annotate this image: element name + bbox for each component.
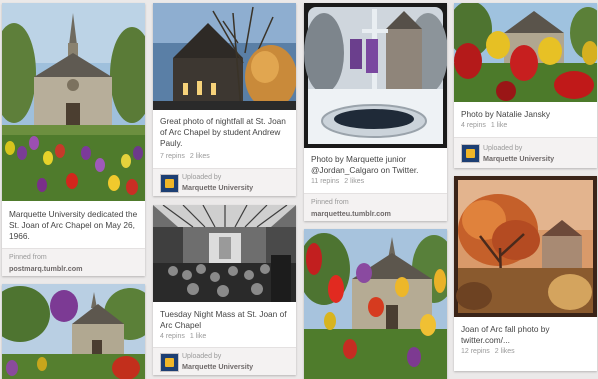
pin-image-nightfall[interactable]: [153, 3, 296, 110]
like-count: 2 likes: [344, 178, 365, 185]
repin-count: 4 repins: [160, 333, 185, 340]
repin-count: 11 repins: [311, 178, 340, 185]
red-tulips-photo: [454, 3, 597, 102]
pin-uploader-footer[interactable]: Uploaded by Marquette University: [153, 168, 296, 196]
pin-card-jordan-calgaro[interactable]: Photo by Marquette junior @Jordan_Calgar…: [304, 3, 447, 221]
marquette-logo-icon[interactable]: [461, 144, 480, 163]
uploader-name-link[interactable]: Marquette University: [483, 154, 554, 163]
nightfall-chapel-photo: [153, 3, 296, 110]
pin-description: Tuesday Night Mass at St. Joan of Arc Ch…: [160, 309, 287, 330]
like-count: 1 like: [189, 333, 207, 340]
pin-description: Great photo of nightfall at St. Joan of …: [160, 116, 286, 148]
repin-count: 12 repins: [461, 348, 490, 355]
pin-image-chapel-tulips[interactable]: [2, 3, 145, 201]
repin-count: 4 repins: [461, 122, 486, 129]
pin-card-chapel-tulips-2[interactable]: [2, 284, 145, 379]
uploader-name-link[interactable]: Marquette University: [182, 183, 253, 192]
pin-stats: 11 repins 2 likes: [311, 178, 369, 185]
pin-description: Marquette University dedicated the St. J…: [9, 209, 138, 241]
pin-image-tulips-chapel[interactable]: [304, 229, 447, 379]
pinned-from-label: Pinned from: [9, 254, 47, 261]
chapel-tulips-photo: [2, 3, 145, 201]
chapel-garden-photo: [2, 284, 145, 379]
pin-source-link[interactable]: marquetteu.tumblr.com: [311, 209, 391, 218]
uploader-name-link[interactable]: Marquette University: [182, 362, 253, 371]
pin-source-footer[interactable]: Pinned from marquetteu.tumblr.com: [304, 193, 447, 221]
marquette-logo-icon[interactable]: [160, 353, 179, 372]
pin-description: Photo by Marquette junior @Jordan_Calgar…: [311, 154, 419, 175]
tulips-chapel-photo: [304, 229, 447, 379]
uploaded-by-label: Uploaded by: [182, 353, 222, 360]
fall-tree-photo: [454, 176, 597, 317]
pin-image-fall-tree[interactable]: [454, 176, 597, 317]
pin-source-footer[interactable]: Pinned from postmarq.tumblr.com: [2, 248, 145, 276]
like-count: 2 likes: [189, 153, 210, 160]
like-count: 1 like: [490, 122, 508, 129]
pin-source-link[interactable]: postmarq.tumblr.com: [9, 264, 82, 273]
uploaded-by-label: Uploaded by: [483, 145, 523, 152]
marquette-logo-icon[interactable]: [160, 174, 179, 193]
pin-image-snow-chapel[interactable]: [304, 3, 447, 148]
pin-stats: 4 repins 1 like: [461, 122, 512, 129]
pin-card-chapel-dedication[interactable]: Marquette University dedicated the St. J…: [2, 3, 145, 276]
pin-card-chapel-tulips-3[interactable]: [304, 229, 447, 379]
pin-image-chapel-garden[interactable]: [2, 284, 145, 379]
uploaded-by-label: Uploaded by: [182, 174, 222, 181]
pinned-from-label: Pinned from: [311, 199, 349, 206]
pin-card-fall-photo[interactable]: Joan of Arc fall photo by twitter.com/..…: [454, 176, 597, 371]
pin-image-red-tulips[interactable]: [454, 3, 597, 102]
repin-count: 7 repins: [160, 153, 185, 160]
pin-stats: 4 repins 1 like: [160, 333, 211, 340]
pin-stats: 12 repins 2 likes: [461, 348, 520, 355]
pin-uploader-footer[interactable]: Uploaded by Marquette University: [454, 137, 597, 168]
mass-interior-photo: [153, 205, 296, 302]
snow-chapel-photo: [304, 3, 447, 148]
like-count: 2 likes: [494, 348, 515, 355]
pin-stats: 7 repins 2 likes: [160, 153, 215, 160]
pin-card-nightfall[interactable]: Great photo of nightfall at St. Joan of …: [153, 3, 296, 196]
pin-description: Joan of Arc fall photo by twitter.com/..…: [461, 324, 550, 345]
pin-card-natalie-jansky[interactable]: Photo by Natalie Jansky 4 repins 1 like U…: [454, 3, 597, 168]
pin-description: Photo by Natalie Jansky: [461, 109, 551, 119]
pin-card-tuesday-mass[interactable]: Tuesday Night Mass at St. Joan of Arc Ch…: [153, 205, 296, 375]
pin-image-mass-interior[interactable]: [153, 205, 296, 302]
